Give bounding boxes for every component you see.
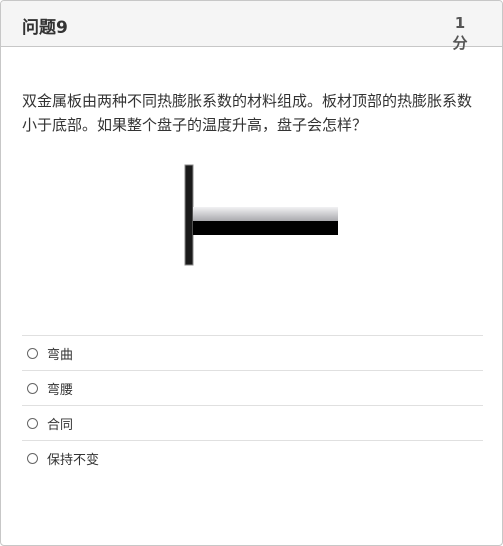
question-panel: 问题9 1 分 双金属板由两种不同热膨胀系数的材料组成。板材顶部的热膨胀系数小于…	[0, 0, 503, 546]
points-unit: 分	[452, 34, 468, 52]
question-title: 问题9	[22, 18, 68, 38]
answer-option-3[interactable]: 合同	[22, 405, 483, 440]
points-number: 1	[454, 14, 466, 32]
answer-label: 弯腰	[47, 382, 74, 398]
points-badge: 1 分	[451, 13, 469, 53]
radio-button[interactable]	[27, 382, 38, 394]
answer-label: 保持不变	[47, 452, 100, 468]
radio-button[interactable]	[27, 452, 38, 464]
question-header: 问题9 1 分	[1, 1, 502, 52]
radio-button[interactable]	[27, 417, 38, 429]
answer-label: 弯曲	[47, 347, 74, 363]
answer-option-2[interactable]: 弯腰	[22, 370, 483, 405]
answer-option-1[interactable]: 弯曲	[22, 335, 483, 370]
bimetallic-plate-diagram	[184, 164, 338, 266]
answer-option-4[interactable]: 保持不变	[22, 440, 483, 475]
radio-button[interactable]	[27, 347, 38, 359]
answer-list: 弯曲 弯腰 合同 保持不变	[22, 335, 483, 475]
top-metal-layer	[193, 207, 338, 221]
answer-label: 合同	[47, 417, 74, 433]
bottom-metal-layer	[193, 221, 338, 235]
wall-support	[184, 164, 194, 266]
question-text: 双金属板由两种不同热膨胀系数的材料组成。板材顶部的热膨胀系数小于底部。如果整个盘…	[22, 92, 473, 134]
